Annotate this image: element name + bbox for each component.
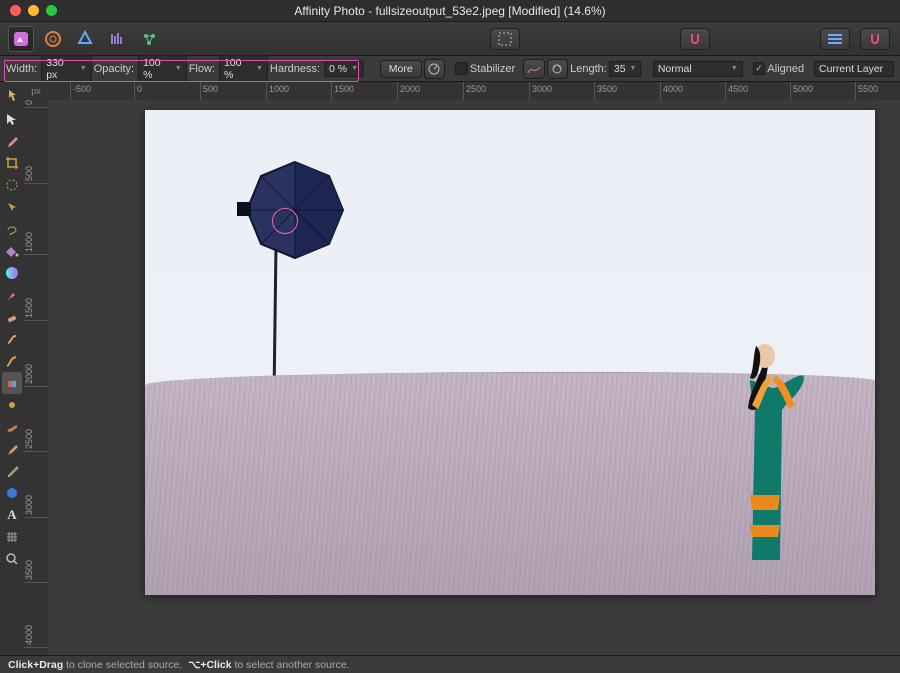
snapping-button[interactable]: [680, 28, 710, 50]
flow-field[interactable]: 100 %▼: [219, 55, 268, 83]
ruler-v-tick: 0: [24, 100, 48, 108]
work-area: A px -500 0 500 1000 1500 2000 2500 3000 3500 400…: [0, 82, 900, 655]
shape-tool[interactable]: [2, 482, 22, 504]
width-field[interactable]: 330 px▼: [41, 55, 92, 83]
ruler-h-tick: 2500: [463, 82, 486, 100]
export-persona-button[interactable]: [136, 26, 162, 52]
crop-tool[interactable]: [2, 152, 22, 174]
opacity-label: Opacity:: [94, 63, 134, 75]
ruler-h-tick: 2000: [397, 82, 420, 100]
photo-persona-button[interactable]: [8, 26, 34, 52]
brush-width-control[interactable]: Width: 330 px▼: [6, 55, 92, 83]
clone-source-crosshair: +: [288, 212, 294, 224]
pressure-toggle-button[interactable]: [424, 59, 446, 79]
zoom-tool[interactable]: [2, 548, 22, 570]
ruler-h-tick: 5500: [855, 82, 878, 100]
ruler-v-tick: 1500: [24, 298, 48, 321]
ruler-h-tick: 500: [200, 82, 218, 100]
inpainting-brush-tool[interactable]: [2, 372, 22, 394]
ruler-h-tick: 1000: [266, 82, 289, 100]
stabilizer-checkbox[interactable]: [455, 62, 468, 75]
marquee-toggle-button[interactable]: [490, 28, 520, 50]
opacity-field[interactable]: 100 %▼: [138, 55, 187, 83]
length-label: Length:: [570, 63, 607, 75]
ruler-h-tick: 3000: [529, 82, 552, 100]
mesh-warp-tool[interactable]: [2, 526, 22, 548]
tools-panel: A: [0, 82, 24, 655]
document-stage: px -500 0 500 1000 1500 2000 2500 3000 3500 4000 4…: [24, 82, 900, 655]
flood-fill-tool[interactable]: [2, 240, 22, 262]
ruler-v-tick: 3500: [24, 560, 48, 583]
text-tool[interactable]: A: [2, 504, 22, 526]
status-hint-1: Click+Drag to clone selected source.: [8, 659, 182, 671]
hardness-label: Hardness:: [270, 63, 320, 75]
window-title: Affinity Photo - fullsizeoutput_53e2.jpe…: [0, 4, 900, 18]
ruler-h-tick: 5000: [790, 82, 813, 100]
stabilizer-label: Stabilizer: [470, 63, 515, 75]
pen-tool[interactable]: [2, 438, 22, 460]
close-window-button[interactable]: [10, 5, 21, 16]
brush-opacity-control[interactable]: Opacity: 100 %▼: [94, 55, 187, 83]
maximize-window-button[interactable]: [46, 5, 57, 16]
ruler-h-tick: 0: [134, 82, 142, 100]
develop-persona-button[interactable]: [72, 26, 98, 52]
minimize-window-button[interactable]: [28, 5, 39, 16]
ruler-v-tick: 1000: [24, 232, 48, 255]
ruler-v-tick: 4000: [24, 625, 48, 648]
rope-mode-button[interactable]: [523, 59, 545, 79]
status-bar: Click+Drag to clone selected source. ⌥+C…: [0, 655, 900, 673]
move-tool[interactable]: [2, 108, 22, 130]
photo-subject: [720, 340, 810, 565]
ruler-h-tick: 3500: [594, 82, 617, 100]
ruler-h-tick: -500: [70, 82, 91, 100]
width-label: Width:: [6, 63, 37, 75]
force-pixel-alignment-button[interactable]: [860, 28, 890, 50]
brush-flow-control[interactable]: Flow: 100 %▼: [189, 55, 268, 83]
smudge-brush-tool[interactable]: [2, 416, 22, 438]
length-field[interactable]: 35▼: [609, 61, 641, 77]
color-picker-tool[interactable]: [2, 130, 22, 152]
freehand-select-tool[interactable]: [2, 218, 22, 240]
blend-mode-select[interactable]: Normal▼: [653, 61, 743, 77]
ruler-v-tick: 3000: [24, 495, 48, 518]
paint-brush-tool[interactable]: [2, 284, 22, 306]
source-scope-select[interactable]: Current Layer: [814, 61, 894, 77]
blur-brush-tool[interactable]: [2, 394, 22, 416]
view-list-button[interactable]: [820, 28, 850, 50]
status-hint-2: ⌥+Click to select another source.: [188, 659, 349, 671]
ruler-v-tick: 500: [24, 166, 48, 184]
horizontal-ruler[interactable]: -500 0 500 1000 1500 2000 2500 3000 3500 4000 4500…: [48, 82, 900, 100]
window-controls: [0, 5, 57, 16]
gradient-tool[interactable]: [2, 262, 22, 284]
flow-label: Flow:: [189, 63, 215, 75]
context-toolbar: Width: 330 px▼ Opacity: 100 %▼ Flow: 100…: [0, 56, 900, 82]
node-tool[interactable]: [2, 460, 22, 482]
document-canvas[interactable]: +: [145, 110, 875, 595]
view-tool[interactable]: [2, 86, 22, 108]
ruler-unit-label[interactable]: px: [24, 82, 48, 100]
ruler-v-tick: 2000: [24, 364, 48, 387]
aligned-label: Aligned: [767, 63, 804, 75]
canvas-viewport[interactable]: +: [48, 100, 900, 655]
tone-mapping-persona-button[interactable]: [104, 26, 130, 52]
ruler-h-tick: 1500: [331, 82, 354, 100]
ruler-h-tick: 4500: [725, 82, 748, 100]
titlebar: Affinity Photo - fullsizeoutput_53e2.jpe…: [0, 0, 900, 22]
vertical-ruler[interactable]: 0 500 1000 1500 2000 2500 3000 3500 4000: [24, 100, 48, 655]
hardness-field[interactable]: 0 %▼: [324, 61, 364, 77]
flood-select-tool[interactable]: [2, 196, 22, 218]
dodge-brush-tool[interactable]: [2, 350, 22, 372]
liquify-persona-button[interactable]: [40, 26, 66, 52]
brush-hardness-control[interactable]: Hardness: 0 %▼: [270, 61, 364, 77]
window-mode-button[interactable]: [547, 59, 569, 79]
persona-toolbar: [0, 22, 900, 56]
selection-brush-tool[interactable]: [2, 174, 22, 196]
clone-brush-tool[interactable]: [2, 328, 22, 350]
ruler-h-tick: 4000: [660, 82, 683, 100]
aligned-checkbox[interactable]: ✓: [753, 62, 766, 75]
more-button[interactable]: More: [380, 60, 422, 78]
erase-brush-tool[interactable]: [2, 306, 22, 328]
ruler-v-tick: 2500: [24, 429, 48, 452]
